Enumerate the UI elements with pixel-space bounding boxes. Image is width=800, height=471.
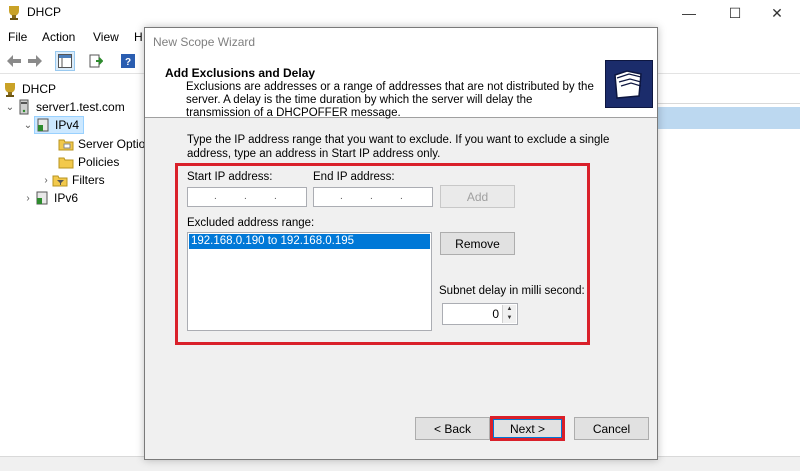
- tree-label-filters: Filters: [72, 173, 105, 187]
- maximize-button[interactable]: ☐: [712, 0, 758, 26]
- wizard-heading: Add Exclusions and Delay: [165, 66, 316, 80]
- console-tree-icon[interactable]: [55, 51, 75, 71]
- tree-item-policies[interactable]: Policies: [58, 153, 119, 171]
- tree-label-ipv6: IPv6: [54, 191, 79, 205]
- ipv6-icon: [34, 190, 50, 206]
- export-list-icon[interactable]: [86, 51, 106, 71]
- wizard-instructions: Type the IP address range that you want …: [187, 134, 610, 160]
- tree-label-dhcp: DHCP: [22, 82, 57, 96]
- ipv4-icon: [35, 117, 51, 133]
- excluded-range-list[interactable]: 192.168.0.190 to 192.168.0.195: [187, 232, 432, 331]
- subnet-delay-label: Subnet delay in milli second:: [439, 285, 585, 297]
- start-ip-field[interactable]: ...: [187, 187, 307, 207]
- back-button[interactable]: < Back: [415, 417, 490, 440]
- wizard-documents-icon: [605, 60, 653, 108]
- tree-label-ipv4: IPv4: [55, 118, 80, 132]
- wizard-header: Add Exclusions and Delay Exclusions are …: [145, 55, 657, 119]
- menu-view[interactable]: View: [93, 30, 119, 44]
- spin-up-icon[interactable]: ▲: [503, 305, 516, 314]
- title-bar: DHCP — ☐ ✕: [0, 0, 800, 26]
- wizard-title-bar: New Scope Wizard: [145, 28, 657, 55]
- console-tree: DHCP ⌄ server1.test.com ⌄ IPv4 Server Op…: [0, 76, 145, 456]
- chevron-down-icon[interactable]: ⌄: [4, 102, 16, 113]
- dhcp-trophy-icon: [2, 81, 18, 97]
- tree-item-dhcp[interactable]: DHCP: [2, 80, 56, 98]
- menu-help[interactable]: H: [134, 30, 143, 44]
- remove-button[interactable]: Remove: [440, 232, 515, 255]
- close-button[interactable]: ✕: [754, 0, 800, 26]
- excluded-range-label: Excluded address range:: [187, 217, 315, 229]
- chevron-right-icon[interactable]: ›: [40, 175, 52, 186]
- new-scope-wizard-dialog: New Scope Wizard Add Exclusions and Dela…: [144, 27, 658, 460]
- tree-item-server-options[interactable]: Server Optio: [58, 135, 145, 153]
- folder-icon: [58, 136, 74, 152]
- menu-file[interactable]: File: [8, 30, 27, 44]
- window-title: DHCP: [27, 5, 62, 19]
- dhcp-app-icon: [6, 4, 22, 20]
- filter-icon: [52, 172, 68, 188]
- help-icon[interactable]: ?: [118, 51, 138, 71]
- subnet-delay-value: 0: [492, 307, 499, 321]
- wizard-title: New Scope Wizard: [153, 35, 256, 49]
- details-header: [658, 86, 800, 104]
- tree-label-policies: Policies: [78, 155, 120, 169]
- chevron-right-icon[interactable]: ›: [22, 193, 34, 204]
- list-item[interactable]: 192.168.0.190 to 192.168.0.195: [189, 234, 430, 249]
- chevron-down-icon[interactable]: ⌄: [22, 120, 34, 131]
- folder-icon: [58, 154, 74, 170]
- tree-item-ipv4[interactable]: ⌄ IPv4: [22, 116, 85, 134]
- wizard-body: Type the IP address range that you want …: [145, 119, 657, 409]
- menu-action[interactable]: Action: [42, 30, 75, 44]
- add-button[interactable]: Add: [440, 185, 515, 208]
- tree-label-server-options: Server Optio: [78, 137, 146, 151]
- end-ip-field[interactable]: ...: [313, 187, 433, 207]
- tree-item-server[interactable]: ⌄ server1.test.com: [4, 98, 125, 116]
- forward-arrow-icon[interactable]: [25, 51, 45, 71]
- wizard-description: Exclusions are addresses or a range of a…: [186, 81, 594, 119]
- next-button[interactable]: Next >: [493, 419, 562, 438]
- start-ip-label: Start IP address:: [187, 171, 273, 183]
- details-selected-row[interactable]: [658, 107, 800, 129]
- tree-label-server: server1.test.com: [36, 100, 125, 114]
- svg-text:?: ?: [125, 57, 131, 68]
- spinner-arrows[interactable]: ▲ ▼: [502, 305, 516, 323]
- minimize-button[interactable]: —: [666, 0, 712, 26]
- spin-down-icon[interactable]: ▼: [503, 314, 516, 323]
- end-ip-label: End IP address:: [313, 171, 395, 183]
- subnet-delay-spinner[interactable]: 0 ▲ ▼: [442, 303, 518, 325]
- tree-item-filters[interactable]: › Filters: [40, 171, 105, 189]
- details-pane: [658, 76, 800, 456]
- cancel-button[interactable]: Cancel: [574, 417, 649, 440]
- server-icon: [16, 99, 32, 115]
- back-arrow-icon[interactable]: [4, 51, 24, 71]
- tree-item-ipv6[interactable]: › IPv6: [22, 189, 78, 207]
